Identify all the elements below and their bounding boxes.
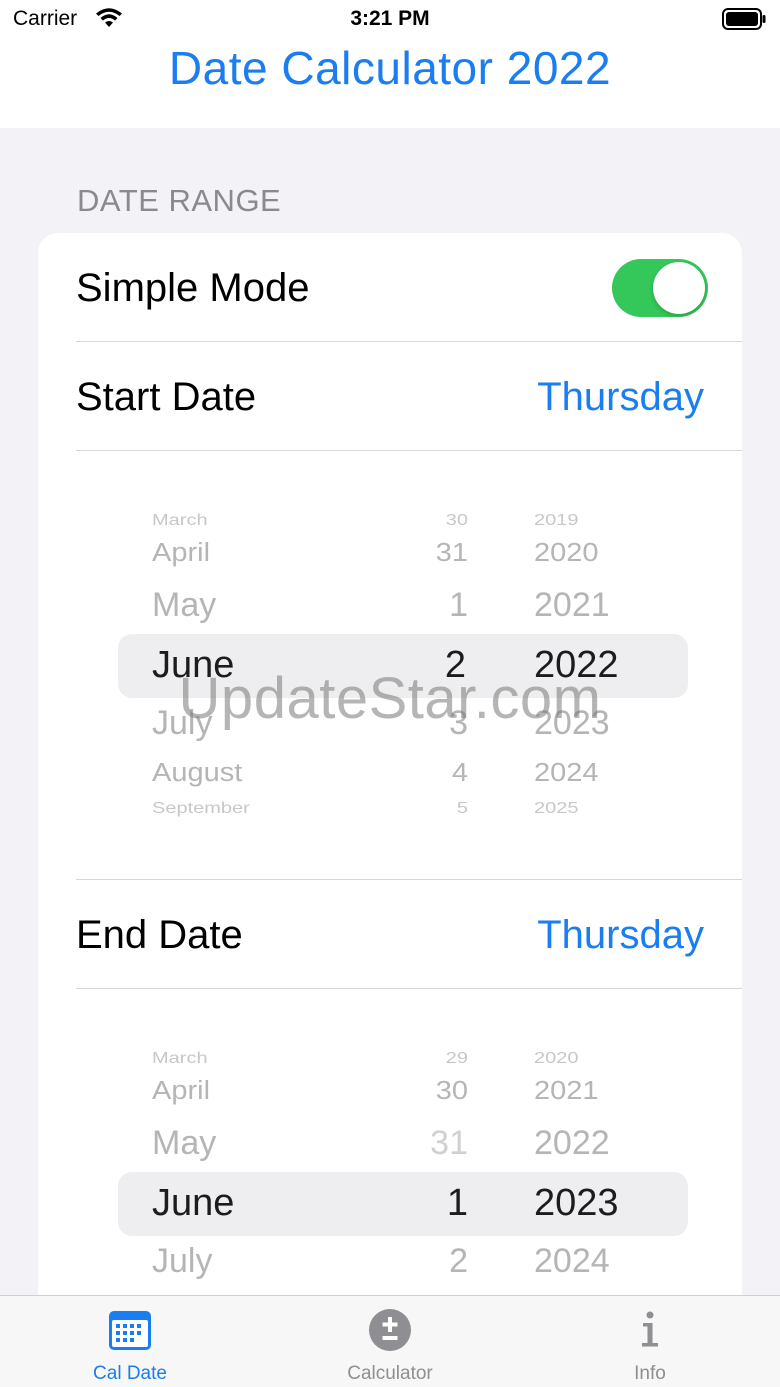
section-header: DATE RANGE [77, 183, 282, 218]
watermark: UpdateStar.com [178, 666, 602, 731]
picker-day-option[interactable]: 29 [38, 1050, 468, 1068]
picker-year-option[interactable]: 2024 [534, 1242, 610, 1281]
simple-mode-toggle[interactable] [612, 259, 708, 317]
status-bar: Carrier 3:21 PM [0, 0, 780, 40]
picker-year-option[interactable]: 2020 [534, 1050, 579, 1068]
picker-year-option[interactable]: 2021 [534, 586, 610, 625]
info-icon [628, 1308, 672, 1352]
tab-bar: Cal Date Calculator Info [0, 1295, 780, 1387]
plus-minus-icon [368, 1308, 412, 1352]
picker-day-selected[interactable]: 1 [38, 1182, 468, 1225]
start-date-label: Start Date [76, 375, 257, 419]
end-date-label: End Date [76, 913, 243, 957]
toggle-knob [653, 262, 705, 314]
page-title: Date Calculator 2022 [168, 42, 612, 94]
picker-day-option[interactable]: 2 [38, 1242, 468, 1281]
simple-mode-label: Simple Mode [76, 266, 310, 310]
tab-label: Cal Date [93, 1363, 167, 1384]
tab-cal-date[interactable]: Cal Date [50, 1296, 210, 1387]
picker-day-option[interactable]: 4 [38, 759, 468, 789]
divider [76, 341, 742, 342]
tab-info[interactable]: Info [570, 1296, 730, 1387]
tab-label: Info [634, 1363, 666, 1384]
picker-year-option[interactable]: 2019 [534, 512, 579, 530]
start-date-weekday[interactable]: Thursday [537, 375, 704, 420]
calendar-icon [108, 1308, 152, 1352]
end-date-weekday[interactable]: Thursday [537, 913, 704, 958]
tab-label: Calculator [347, 1363, 433, 1384]
end-date-picker[interactable]: March April May June July 29 30 31 1 2 2… [38, 989, 742, 1299]
nav-header: Date Calculator 2022 [0, 40, 780, 128]
picker-year-option[interactable]: 2025 [534, 800, 579, 818]
picker-year-option[interactable]: 2020 [534, 539, 599, 569]
picker-year-option[interactable]: 2021 [534, 1077, 599, 1107]
battery-icon [722, 8, 766, 30]
date-range-card: Simple Mode Start Date Thursday March Ap… [38, 233, 742, 1383]
picker-day-option[interactable]: 1 [38, 586, 468, 625]
tab-calculator[interactable]: Calculator [310, 1296, 470, 1387]
picker-day-option[interactable]: 31 [38, 1124, 468, 1163]
picker-year-selected[interactable]: 2023 [534, 1182, 619, 1225]
status-time: 3:21 PM [350, 7, 430, 30]
picker-year-option[interactable]: 2024 [534, 759, 599, 789]
picker-day-option[interactable]: 31 [38, 539, 468, 569]
picker-day-option[interactable]: 5 [38, 800, 468, 818]
picker-day-option[interactable]: 30 [38, 512, 468, 530]
picker-day-option[interactable]: 30 [38, 1077, 468, 1107]
divider [76, 879, 742, 880]
picker-year-option[interactable]: 2022 [534, 1124, 610, 1163]
